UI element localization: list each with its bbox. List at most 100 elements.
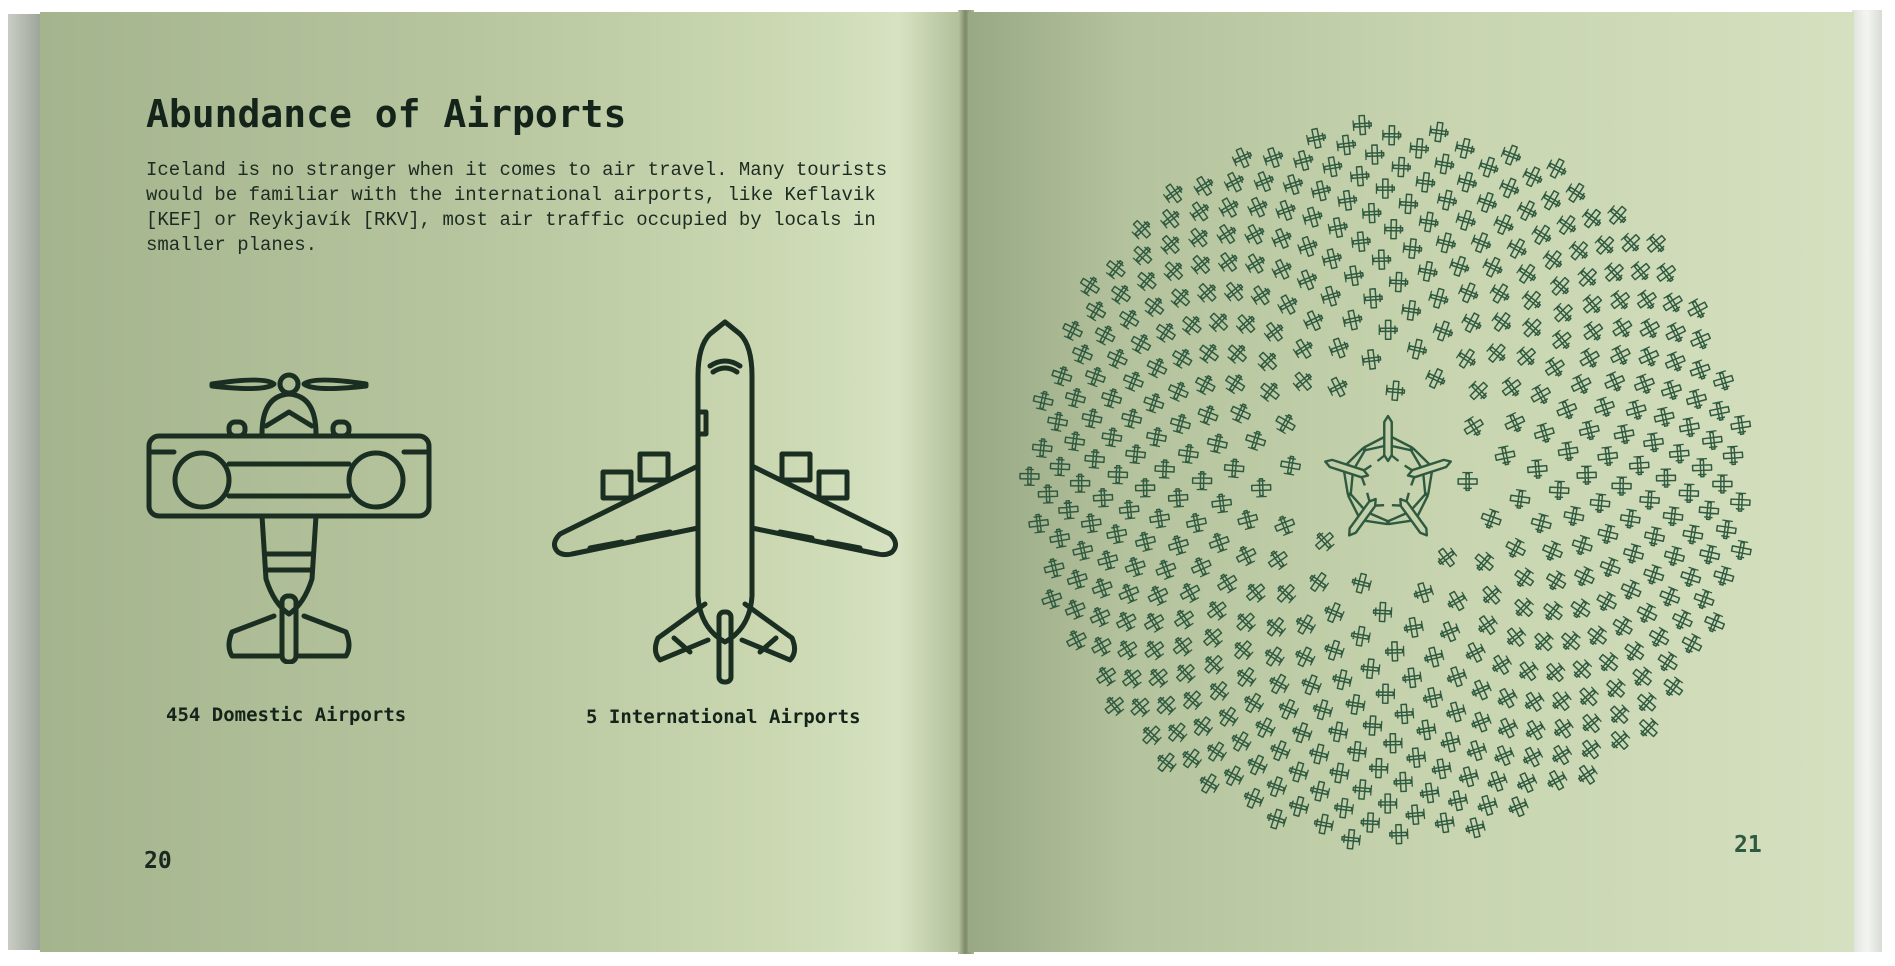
small-plane-mark: [1729, 414, 1753, 437]
small-plane-mark: [1529, 511, 1554, 536]
small-plane-mark: [1362, 287, 1384, 310]
small-plane-mark: [1107, 464, 1129, 485]
small-plane-mark: [1291, 643, 1318, 670]
small-plane-mark: [1513, 769, 1540, 796]
small-plane-mark: [1571, 563, 1598, 590]
small-plane-mark: [1274, 291, 1302, 318]
small-plane-mark: [1264, 806, 1289, 832]
small-plane-mark: [1210, 492, 1233, 514]
small-plane-mark: [1115, 305, 1143, 333]
small-plane-mark: [1204, 677, 1233, 705]
small-plane-mark: [1491, 211, 1517, 238]
small-plane-mark: [1031, 388, 1056, 413]
jet-plane-mark: [1362, 414, 1414, 463]
small-plane-mark: [1157, 230, 1185, 259]
small-plane-mark: [1633, 600, 1661, 627]
small-plane-mark: [1577, 709, 1605, 738]
small-plane-mark: [1042, 556, 1067, 580]
small-plane-mark: [1251, 714, 1278, 741]
small-plane-mark: [1239, 689, 1267, 717]
small-plane-mark: [1422, 645, 1446, 670]
small-plane-mark: [1048, 526, 1072, 550]
small-plane-mark: [1505, 793, 1531, 820]
small-plane-mark: [1319, 283, 1344, 309]
small-plane-mark: [1326, 720, 1350, 744]
small-plane-mark: [1195, 402, 1221, 428]
small-plane-mark: [1426, 285, 1451, 311]
small-plane-mark: [1157, 204, 1185, 233]
small-plane-mark: [1634, 714, 1663, 742]
small-plane-mark: [1089, 575, 1115, 601]
small-plane-mark: [1304, 568, 1332, 596]
small-plane-mark: [1609, 613, 1637, 641]
small-plane-mark: [1286, 794, 1311, 819]
small-plane-mark: [1635, 344, 1662, 370]
small-plane-mark: [1166, 532, 1191, 557]
small-plane-mark: [1184, 511, 1209, 535]
small-plane-mark: [1659, 673, 1687, 701]
small-plane-mark: [1064, 567, 1090, 592]
small-plane-mark: [1213, 569, 1241, 597]
small-plane-mark: [1493, 684, 1520, 712]
small-plane-mark: [1678, 483, 1700, 504]
small-plane-mark: [1364, 144, 1385, 166]
small-plane-mark: [1291, 611, 1319, 638]
small-plane-mark: [1661, 505, 1685, 528]
small-plane-mark: [1432, 543, 1461, 572]
small-plane-mark: [1167, 283, 1195, 312]
small-plane-mark: [1080, 406, 1104, 430]
small-plane-mark: [1188, 553, 1215, 580]
small-plane-mark: [1417, 210, 1440, 234]
small-plane-mark: [1542, 567, 1570, 595]
small-plane-mark: [1027, 512, 1050, 535]
small-plane-mark: [1617, 229, 1645, 257]
international-airports-caption: 5 International Airports: [586, 706, 861, 728]
small-plane-mark: [1659, 289, 1687, 317]
small-plane-mark: [1240, 785, 1267, 812]
small-plane-mark: [1099, 385, 1125, 411]
small-plane-mark: [1687, 327, 1714, 353]
small-plane-mark: [1341, 308, 1365, 332]
small-plane-mark: [1518, 314, 1547, 342]
small-plane-mark: [1391, 156, 1412, 178]
small-plane-mark: [1213, 220, 1241, 248]
small-plane-mark: [1508, 488, 1532, 511]
small-plane-mark: [1711, 564, 1737, 589]
small-plane-mark: [1349, 571, 1374, 596]
small-plane-mark: [1127, 330, 1155, 357]
small-plane-mark: [1430, 757, 1453, 781]
small-plane-mark: [1206, 530, 1232, 555]
small-plane-mark: [1468, 709, 1494, 735]
small-plane-mark: [1273, 197, 1299, 224]
small-plane-mark: [1553, 211, 1581, 239]
jet-plane-mark: [1328, 483, 1397, 551]
small-plane-mark: [1569, 533, 1595, 558]
small-plane-mark: [1510, 564, 1538, 592]
small-plane-mark: [1133, 529, 1158, 554]
small-plane-mark: [1548, 326, 1576, 355]
small-plane-mark: [1578, 204, 1606, 233]
small-plane-mark: [1547, 687, 1575, 715]
small-plane-mark: [1168, 411, 1193, 436]
small-plane-mark: [1574, 683, 1603, 711]
small-plane-mark: [1473, 611, 1501, 639]
small-plane-mark: [1298, 672, 1324, 698]
small-plane-mark: [1221, 369, 1249, 397]
small-plane-mark: [1349, 624, 1372, 648]
small-plane-mark: [1494, 714, 1521, 742]
small-plane-mark: [1404, 803, 1426, 826]
small-plane-mark: [1701, 610, 1728, 636]
small-plane-mark: [1122, 554, 1148, 579]
small-plane-mark: [1082, 364, 1109, 389]
small-plane-mark: [1378, 793, 1398, 814]
small-plane-mark: [1152, 748, 1180, 776]
small-plane-mark: [1576, 465, 1598, 486]
small-plane-mark: [1046, 410, 1070, 433]
small-plane-mark: [1520, 163, 1546, 190]
small-plane-mark: [1715, 518, 1738, 541]
small-plane-mark: [1642, 525, 1667, 549]
domestic-airports-caption: 454 Domestic Airports: [166, 704, 407, 726]
small-plane-mark: [1501, 623, 1530, 651]
small-plane-mark: [1336, 189, 1359, 212]
small-plane-mark: [1729, 538, 1754, 562]
